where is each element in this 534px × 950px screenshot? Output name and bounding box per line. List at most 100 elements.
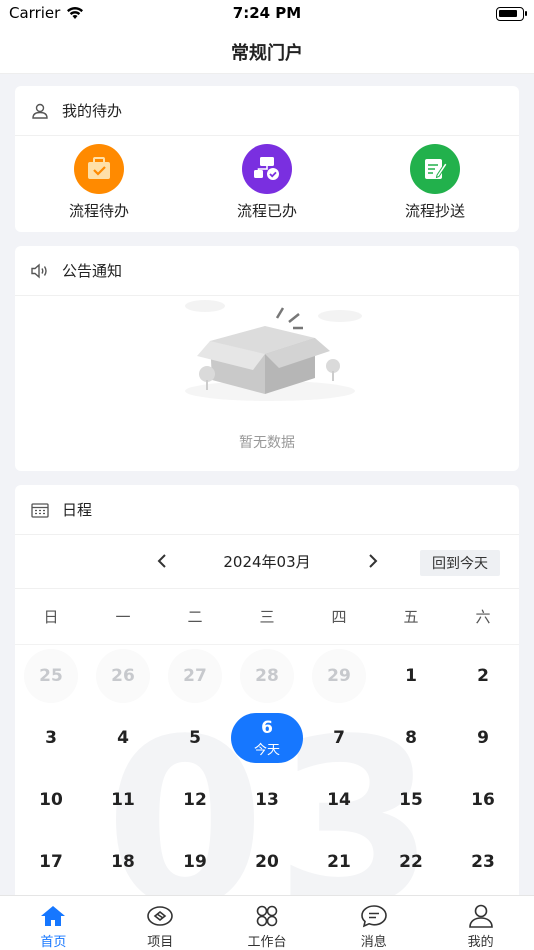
calendar-day[interactable]: 29 [303, 645, 375, 707]
weekday-label: 六 [475, 608, 491, 626]
calendar-day[interactable]: 13 [231, 769, 303, 831]
todo-card-header: 我的待办 [15, 86, 519, 136]
calendar-day-bubble: 27 [168, 649, 222, 703]
calendar-day-bubble: 18 [96, 835, 150, 889]
calendar-day-bubble: 28 [240, 649, 294, 703]
calendar-day[interactable]: 16 [447, 769, 519, 831]
calendar-day[interactable]: 28 [231, 645, 303, 707]
calendar-grid: 25 26 27 28 29 1 2 3 4 5 6 今天 7 8 9 10 11 12 13 14 15 16 17 18 1… [15, 645, 519, 893]
calendar-day[interactable]: 8 [375, 707, 447, 769]
flowchart-check-icon [242, 144, 292, 194]
calendar-day[interactable]: 12 [159, 769, 231, 831]
calendar-day[interactable]: 1 [375, 645, 447, 707]
calendar-day-number: 20 [255, 852, 279, 872]
calendar-day[interactable]: 25 [15, 645, 87, 707]
tab-label: 项目 [147, 935, 174, 950]
empty-state: 暂无数据 [15, 296, 519, 471]
today-label: 今天 [253, 743, 280, 758]
todo-card: 我的待办 流程待办 流程已办 流程抄送 [15, 86, 519, 232]
calendar-day[interactable]: 26 [87, 645, 159, 707]
calendar-day-number: 28 [255, 666, 279, 686]
calendar-day[interactable]: 22 [375, 831, 447, 893]
calendar-day-bubble: 26 [96, 649, 150, 703]
calendar-week-row: 25 26 27 28 29 1 2 [15, 645, 519, 707]
page-title: 常规门户 [231, 43, 303, 64]
todo-item-label: 流程待办 [68, 202, 129, 220]
tab-project[interactable]: 项目 [107, 896, 214, 950]
chevron-right-icon[interactable] [361, 549, 385, 573]
tab-label: 消息 [360, 935, 387, 950]
calendar-day-number: 1 [405, 666, 417, 686]
calendar-day-number: 23 [471, 852, 495, 872]
tab-bar: 首页 项目 工作台 消息 我的 [0, 895, 534, 950]
tab-mine[interactable]: 我的 [427, 896, 534, 950]
todo-item-pending[interactable]: 流程待办 [15, 136, 183, 232]
calendar-day[interactable]: 15 [375, 769, 447, 831]
calendar-day-number: 22 [399, 852, 423, 872]
calendar-day-bubble: 19 [168, 835, 222, 889]
calendar-day-today[interactable]: 6 今天 [231, 707, 303, 769]
todo-item-label: 流程已办 [236, 202, 297, 220]
calendar-day[interactable]: 20 [231, 831, 303, 893]
todo-item-done[interactable]: 流程已办 [183, 136, 351, 232]
calendar-day-number: 6 [261, 718, 273, 738]
calendar-day[interactable]: 19 [159, 831, 231, 893]
weekday-label: 五 [403, 608, 419, 626]
calendar-day-number: 11 [111, 790, 135, 810]
weekday-label: 三 [259, 608, 275, 626]
month-label: 2024年03月 [223, 553, 311, 571]
calendar-day-number: 26 [111, 666, 135, 686]
calendar-day-number: 25 [39, 666, 63, 686]
calendar-day[interactable]: 17 [15, 831, 87, 893]
calendar-day-number: 15 [399, 790, 423, 810]
calendar-day[interactable]: 3 [15, 707, 87, 769]
back-to-today-button[interactable]: 回到今天 [420, 550, 500, 576]
calendar-day[interactable]: 18 [87, 831, 159, 893]
calendar-day[interactable]: 9 [447, 707, 519, 769]
tab-message[interactable]: 消息 [320, 896, 427, 950]
calendar-day-bubble: 29 [312, 649, 366, 703]
calendar-day-bubble: 14 [312, 773, 366, 827]
notice-card-header: 公告通知 [15, 246, 519, 296]
todo-item-label: 流程抄送 [404, 202, 465, 220]
speaker-icon [30, 261, 50, 281]
calendar-week-row: 10 11 12 13 14 15 16 [15, 769, 519, 831]
calendar-icon [30, 500, 50, 520]
calendar-day[interactable]: 11 [87, 769, 159, 831]
calendar-day-bubble: 6 今天 [231, 713, 303, 763]
chevron-left-icon[interactable] [150, 549, 174, 573]
calendar-day[interactable]: 21 [303, 831, 375, 893]
nav-bar: 常规门户 [0, 28, 534, 74]
workbench-icon [253, 903, 281, 928]
calendar-day[interactable]: 23 [447, 831, 519, 893]
calendar-day-number: 4 [117, 728, 129, 748]
calendar-day[interactable]: 7 [303, 707, 375, 769]
tab-workbench[interactable]: 工作台 [214, 896, 321, 950]
home-icon [39, 903, 67, 928]
document-edit-icon [410, 144, 460, 194]
calendar-day[interactable]: 5 [159, 707, 231, 769]
schedule-card-title: 日程 [62, 501, 93, 519]
calendar-week-row: 17 18 19 20 21 22 23 [15, 831, 519, 893]
calendar-day-number: 16 [471, 790, 495, 810]
todo-item-cc[interactable]: 流程抄送 [351, 136, 519, 232]
calendar-day[interactable]: 14 [303, 769, 375, 831]
calendar-day[interactable]: 10 [15, 769, 87, 831]
weekday-label: 四 [331, 608, 347, 626]
todo-items: 流程待办 流程已办 流程抄送 [15, 136, 519, 232]
month-switcher: 2024年03月 回到今天 [15, 535, 519, 589]
calendar-day-bubble: 23 [456, 835, 510, 889]
calendar-day-number: 14 [327, 790, 351, 810]
tab-label: 首页 [40, 935, 67, 950]
calendar-day[interactable]: 4 [87, 707, 159, 769]
calendar-day-number: 7 [333, 728, 345, 748]
tab-home[interactable]: 首页 [0, 896, 107, 950]
calendar-day[interactable]: 2 [447, 645, 519, 707]
calendar-day-bubble: 12 [168, 773, 222, 827]
calendar-day-bubble: 13 [240, 773, 294, 827]
calendar-day-bubble: 2 [456, 649, 510, 703]
notice-card: 公告通知 暂无数据 [15, 246, 519, 471]
calendar-day[interactable]: 27 [159, 645, 231, 707]
weekday-label: 二 [187, 608, 203, 626]
calendar-day-bubble: 17 [24, 835, 78, 889]
